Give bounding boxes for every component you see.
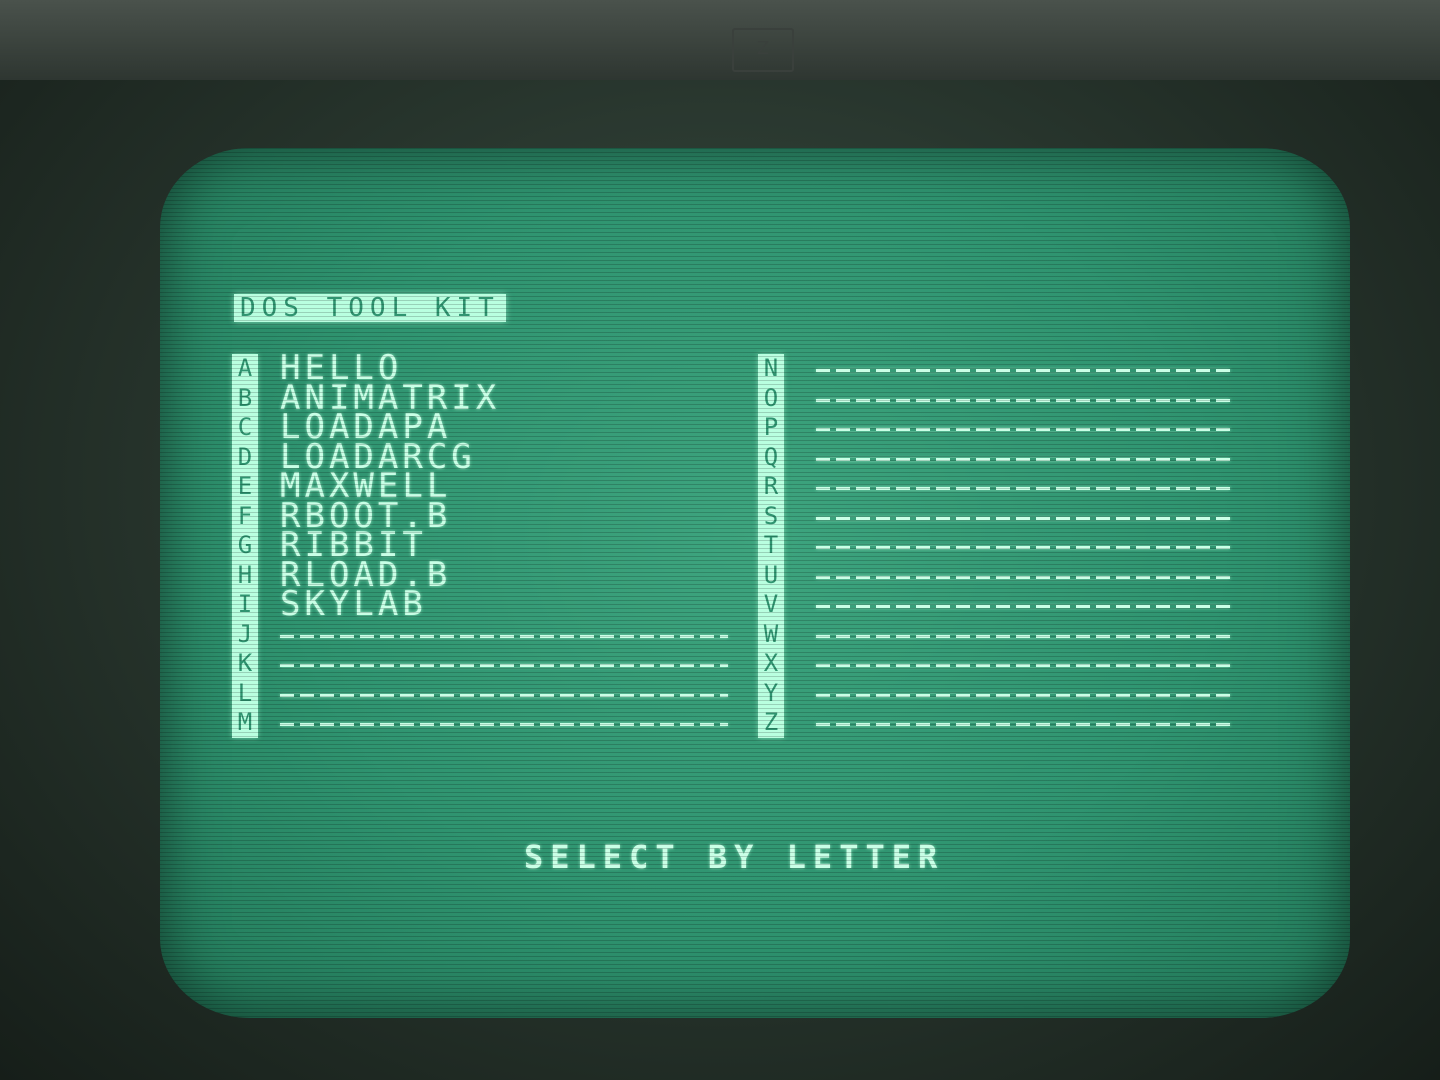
- empty-slot: [280, 620, 728, 650]
- left-letter-column: ABCDEFGHIJKLM: [232, 354, 258, 738]
- left-letter-k[interactable]: K: [232, 649, 258, 679]
- right-letter-n[interactable]: N: [758, 354, 784, 384]
- empty-slot: [816, 413, 1230, 443]
- right-letter-y[interactable]: Y: [758, 679, 784, 709]
- right-letter-s[interactable]: S: [758, 502, 784, 532]
- left-letter-j[interactable]: J: [232, 620, 258, 650]
- empty-slot: [816, 679, 1230, 709]
- empty-slot: [816, 384, 1230, 414]
- left-letter-f[interactable]: F: [232, 502, 258, 532]
- monitor-logo: Z: [732, 28, 794, 72]
- left-letter-b[interactable]: B: [232, 384, 258, 414]
- right-letter-u[interactable]: U: [758, 561, 784, 591]
- empty-slot: [816, 502, 1230, 532]
- left-letter-g[interactable]: G: [232, 531, 258, 561]
- left-letter-a[interactable]: A: [232, 354, 258, 384]
- left-letter-d[interactable]: D: [232, 443, 258, 473]
- empty-slot: [280, 649, 728, 679]
- empty-slot: [816, 472, 1230, 502]
- empty-slot: [816, 590, 1230, 620]
- select-prompt: SELECT BY LETTER: [524, 838, 945, 876]
- right-letter-q[interactable]: Q: [758, 443, 784, 473]
- empty-slot: [816, 531, 1230, 561]
- monitor-top: [0, 0, 1440, 80]
- left-letter-h[interactable]: H: [232, 561, 258, 591]
- empty-slot: [816, 561, 1230, 591]
- right-letter-o[interactable]: O: [758, 384, 784, 414]
- empty-slot: [280, 708, 728, 738]
- right-letter-column: NOPQRSTUVWXYZ: [758, 354, 784, 738]
- right-letter-p[interactable]: P: [758, 413, 784, 443]
- screen-title: DOS TOOL KIT: [234, 294, 506, 322]
- empty-slot: [816, 620, 1230, 650]
- left-letter-i[interactable]: I: [232, 590, 258, 620]
- right-letter-v[interactable]: V: [758, 590, 784, 620]
- right-file-list: [816, 354, 1230, 738]
- right-letter-w[interactable]: W: [758, 620, 784, 650]
- left-letter-m[interactable]: M: [232, 708, 258, 738]
- left-letter-c[interactable]: C: [232, 413, 258, 443]
- empty-slot: [816, 354, 1230, 384]
- file-entry[interactable]: SKYLAB: [280, 587, 728, 620]
- empty-slot: [280, 679, 728, 709]
- crt-screen: DOS TOOL KIT ABCDEFGHIJKLM HELLO ANIMATRI…: [160, 148, 1350, 1018]
- right-letter-z[interactable]: Z: [758, 708, 784, 738]
- left-letter-l[interactable]: L: [232, 679, 258, 709]
- monitor-bezel: Z DOS TOOL KIT ABCDEFGHIJKLM HELLO ANIMAT…: [0, 0, 1440, 1080]
- right-letter-r[interactable]: R: [758, 472, 784, 502]
- right-letter-x[interactable]: X: [758, 649, 784, 679]
- empty-slot: [816, 649, 1230, 679]
- left-letter-e[interactable]: E: [232, 472, 258, 502]
- empty-slot: [816, 708, 1230, 738]
- file-list: HELLO ANIMATRIX LOADAPA LOADARCG MAXWELL RBOO…: [280, 351, 728, 738]
- empty-slot: [816, 443, 1230, 473]
- right-letter-t[interactable]: T: [758, 531, 784, 561]
